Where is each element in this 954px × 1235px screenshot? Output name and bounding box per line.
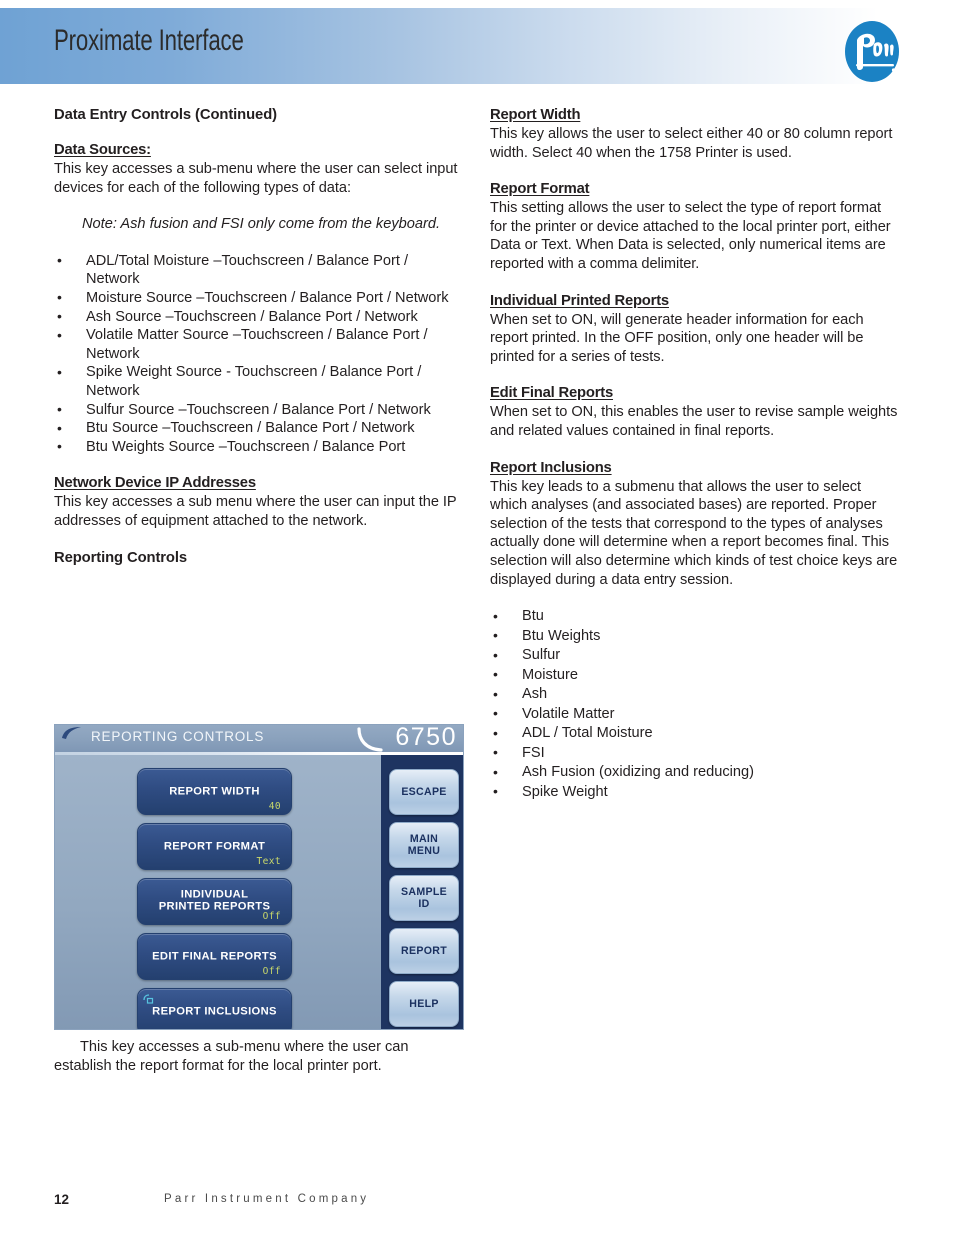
report-format-body: This setting allows the user to select t…	[490, 200, 891, 272]
footer-company-name: Parr Instrument Company	[164, 1193, 370, 1205]
device-model-number: 6750	[395, 724, 457, 751]
device-button-value: 40	[268, 801, 281, 812]
device-button-report-format[interactable]: REPORT FORMAT Text	[137, 823, 292, 870]
device-titlebar: REPORTING CONTROLS 6750	[55, 724, 463, 753]
page-number: 12	[54, 1192, 70, 1207]
list-item: Btu Weights Source –Touchscreen / Balanc…	[54, 437, 464, 457]
data-sources-list: ADL/Total Moisture –Touchscreen / Balanc…	[54, 251, 464, 457]
list-item: Spike Weight	[490, 782, 900, 803]
list-item: ADL / Total Moisture	[490, 724, 900, 744]
device-button-edit-final-reports[interactable]: EDIT FINAL REPORTS Off	[137, 933, 292, 980]
list-item: Spike Weight Source - Touchscreen / Bala…	[54, 363, 464, 400]
device-caption-wrap: This key accesses a sub-menu where the u…	[54, 1038, 464, 1075]
report-format-heading: Report Format	[490, 181, 590, 198]
device-side-button-label-line1: SAMPLE	[401, 886, 447, 898]
device-side-button-label-line2: MENU	[407, 845, 441, 857]
device-side-button-label-line1: MAIN	[409, 833, 439, 845]
network-ip-heading: Network Device IP Addresses	[54, 475, 256, 492]
model-swoosh-icon	[357, 727, 383, 753]
reporting-controls-heading: Reporting Controls	[54, 549, 188, 566]
device-side-button-help[interactable]: HELP	[389, 981, 459, 1027]
device-button-label: REPORT FORMAT	[163, 840, 266, 852]
list-item: Volatile Matter	[490, 704, 900, 725]
device-button-value: Off	[262, 911, 281, 922]
individual-printed-reports-heading: Individual Printed Reports	[490, 292, 669, 309]
device-side-button-report[interactable]: REPORT	[389, 928, 459, 974]
data-sources-heading: Data Sources:	[54, 142, 151, 158]
submenu-link-icon	[143, 992, 156, 1004]
device-button-value: Off	[262, 966, 281, 977]
device-button-label: REPORT WIDTH	[169, 785, 260, 797]
list-item: Ash Fusion (oxidizing and reducing)	[490, 763, 900, 783]
report-inclusions-body: This key leads to a submenu that allows …	[490, 478, 898, 588]
page-title: Proximate Interface	[54, 24, 244, 57]
left-column: Data Entry Controls (Continued) Data Sou…	[54, 106, 464, 568]
device-button-individual-printed-reports[interactable]: INDIVIDUAL PRINTED REPORTS Off	[137, 878, 292, 925]
list-item: ADL/Total Moisture –Touchscreen / Balanc…	[54, 251, 464, 289]
device-side-button-label: SAMPLE ID	[390, 886, 458, 910]
device-side-button-main-menu[interactable]: MAIN MENU	[389, 822, 459, 868]
device-side-button-label: ESCAPE	[401, 786, 447, 798]
device-side-button-label: MAIN MENU	[390, 833, 458, 857]
report-inclusions-list: Btu Btu Weights Sulfur Moisture Ash Vola…	[490, 607, 900, 802]
device-button-label: REPORT INCLUSIONS	[152, 1005, 277, 1017]
edit-final-reports-heading: Edit Final Reports	[490, 385, 614, 402]
list-item: Btu Weights	[490, 626, 900, 647]
device-button-label-line2: PRINTED REPORTS	[158, 900, 271, 913]
swoosh-decoration-icon	[61, 726, 83, 740]
device-button-label: EDIT FINAL REPORTS	[152, 950, 277, 962]
device-side-button-sample-id[interactable]: SAMPLE ID	[389, 875, 459, 921]
data-entry-controls-heading: Data Entry Controls (Continued)	[54, 107, 277, 123]
device-button-label-line1: INDIVIDUAL	[180, 887, 249, 900]
individual-printed-reports-body: When set to ON, will generate header inf…	[490, 311, 864, 365]
data-sources-body: This key accesses a sub-menu where the u…	[54, 161, 458, 196]
report-width-heading: Report Width	[490, 107, 581, 123]
device-caption: This key accesses a sub-menu where the u…	[54, 1039, 409, 1074]
device-button-report-inclusions[interactable]: REPORT INCLUSIONS	[137, 988, 292, 1029]
report-width-body: This key allows the user to select eithe…	[490, 126, 893, 161]
device-screenshot: REPORTING CONTROLS 6750 REPORT WIDTH 40 …	[54, 724, 464, 1030]
list-item: Moisture Source –Touchscreen / Balance P…	[54, 288, 464, 308]
device-title: REPORTING CONTROLS	[91, 729, 265, 744]
device-side-button-label: HELP	[409, 998, 439, 1010]
edit-final-reports-body: When set to ON, this enables the user to…	[490, 404, 898, 439]
report-inclusions-heading: Report Inclusions	[490, 459, 612, 476]
list-item: Ash Source –Touchscreen / Balance Port /…	[54, 307, 464, 327]
list-item: FSI	[490, 743, 900, 764]
device-side-button-escape[interactable]: ESCAPE	[389, 769, 459, 815]
parr-logo	[843, 20, 901, 87]
list-item: Btu Source –Touchscreen / Balance Port /…	[54, 419, 464, 438]
device-side-button-label: REPORT	[401, 945, 447, 957]
list-item: Sulfur Source –Touchscreen / Balance Por…	[54, 400, 464, 420]
list-item: Sulfur	[490, 646, 900, 666]
device-button-label: INDIVIDUAL PRINTED REPORTS	[138, 888, 291, 913]
device-button-value: Text	[256, 856, 281, 867]
list-item: Ash	[490, 685, 900, 705]
device-button-report-width[interactable]: REPORT WIDTH 40	[137, 768, 292, 815]
list-item: Volatile Matter Source –Touchscreen / Ba…	[54, 326, 464, 363]
list-item: Moisture	[490, 665, 900, 686]
right-column: Report Width This key allows the user to…	[490, 106, 900, 802]
network-ip-body: This key accesses a sub menu where the u…	[54, 494, 457, 529]
list-item: Btu	[490, 607, 900, 627]
data-sources-note: Note: Ash fusion and FSI only come from …	[82, 216, 440, 233]
device-side-button-label-line2: ID	[418, 898, 430, 910]
